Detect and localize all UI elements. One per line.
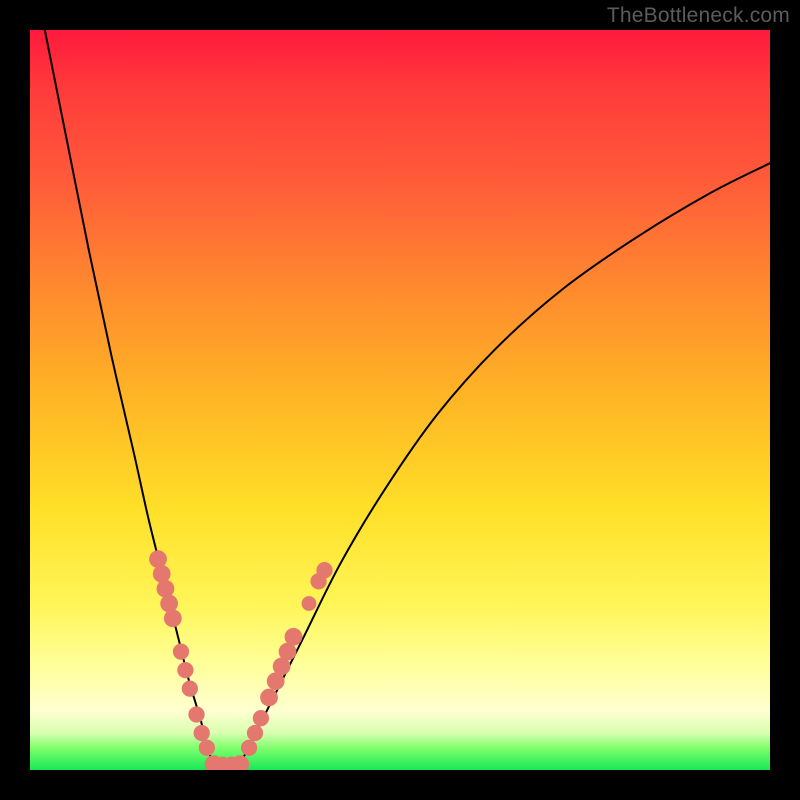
marker-dot xyxy=(260,689,278,707)
marker-dot xyxy=(160,595,178,613)
marker-dot xyxy=(153,565,171,583)
marker-dot xyxy=(164,609,182,627)
chart-frame: TheBottleneck.com xyxy=(0,0,800,800)
marker-dot xyxy=(199,740,215,756)
marker-dot xyxy=(182,680,198,696)
marker-dot xyxy=(188,706,204,722)
marker-dot xyxy=(302,596,317,611)
marker-dot xyxy=(253,710,269,726)
marker-dot xyxy=(157,580,175,598)
series-left-branch xyxy=(45,30,215,770)
marker-dot xyxy=(173,643,189,659)
watermark-text: TheBottleneck.com xyxy=(607,4,790,28)
marker-dot xyxy=(194,725,210,741)
curve-lines xyxy=(45,30,770,770)
marker-dot xyxy=(247,725,263,741)
plot-area xyxy=(30,30,770,770)
marker-dot xyxy=(149,550,167,568)
marker-dot xyxy=(285,628,303,646)
marker-dot xyxy=(177,662,193,678)
marker-dots xyxy=(149,550,333,770)
marker-dot xyxy=(316,562,332,578)
series-right-branch xyxy=(237,163,770,770)
chart-svg xyxy=(30,30,770,770)
marker-dot xyxy=(241,740,257,756)
